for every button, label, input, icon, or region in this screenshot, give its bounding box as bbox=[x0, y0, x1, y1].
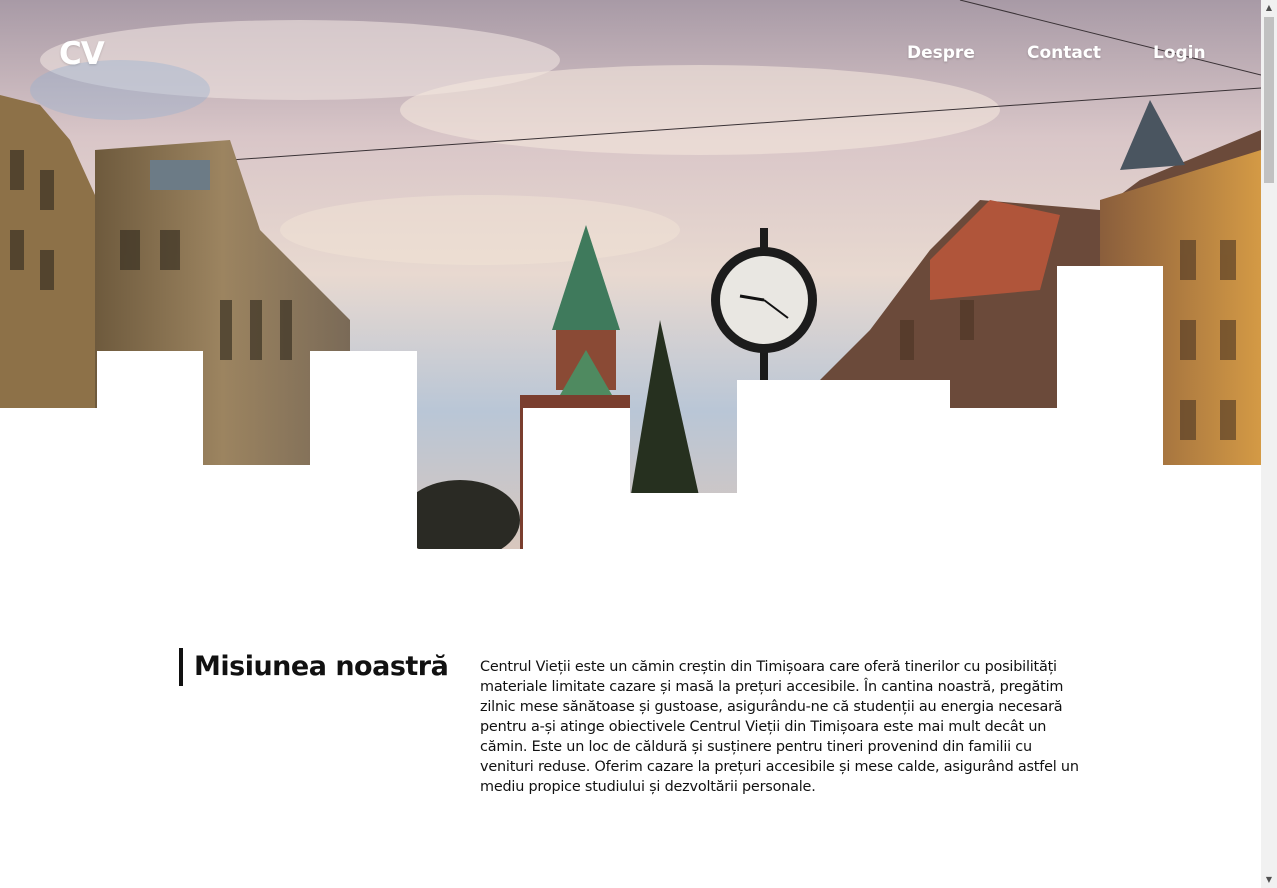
nav-link-login[interactable]: Login bbox=[1153, 43, 1206, 63]
hero-banner: CV Despre Contact Login bbox=[0, 0, 1261, 549]
nav-link-despre[interactable]: Despre bbox=[907, 43, 975, 63]
scroll-down-arrow-icon[interactable]: ▼ bbox=[1261, 872, 1277, 888]
page-scrollbar[interactable]: ▲ ▼ bbox=[1261, 0, 1277, 888]
hero-image bbox=[0, 0, 1261, 549]
mission-text: Centrul Vieții este un cămin creștin din… bbox=[480, 659, 1079, 795]
main-nav: Despre Contact Login bbox=[0, 43, 1261, 67]
mission-heading-block: Misiunea noastră bbox=[179, 648, 449, 686]
scroll-thumb[interactable] bbox=[1264, 17, 1274, 183]
scroll-up-arrow-icon[interactable]: ▲ bbox=[1261, 0, 1277, 16]
nav-link-contact[interactable]: Contact bbox=[1027, 43, 1101, 63]
mission-heading: Misiunea noastră bbox=[194, 651, 449, 682]
